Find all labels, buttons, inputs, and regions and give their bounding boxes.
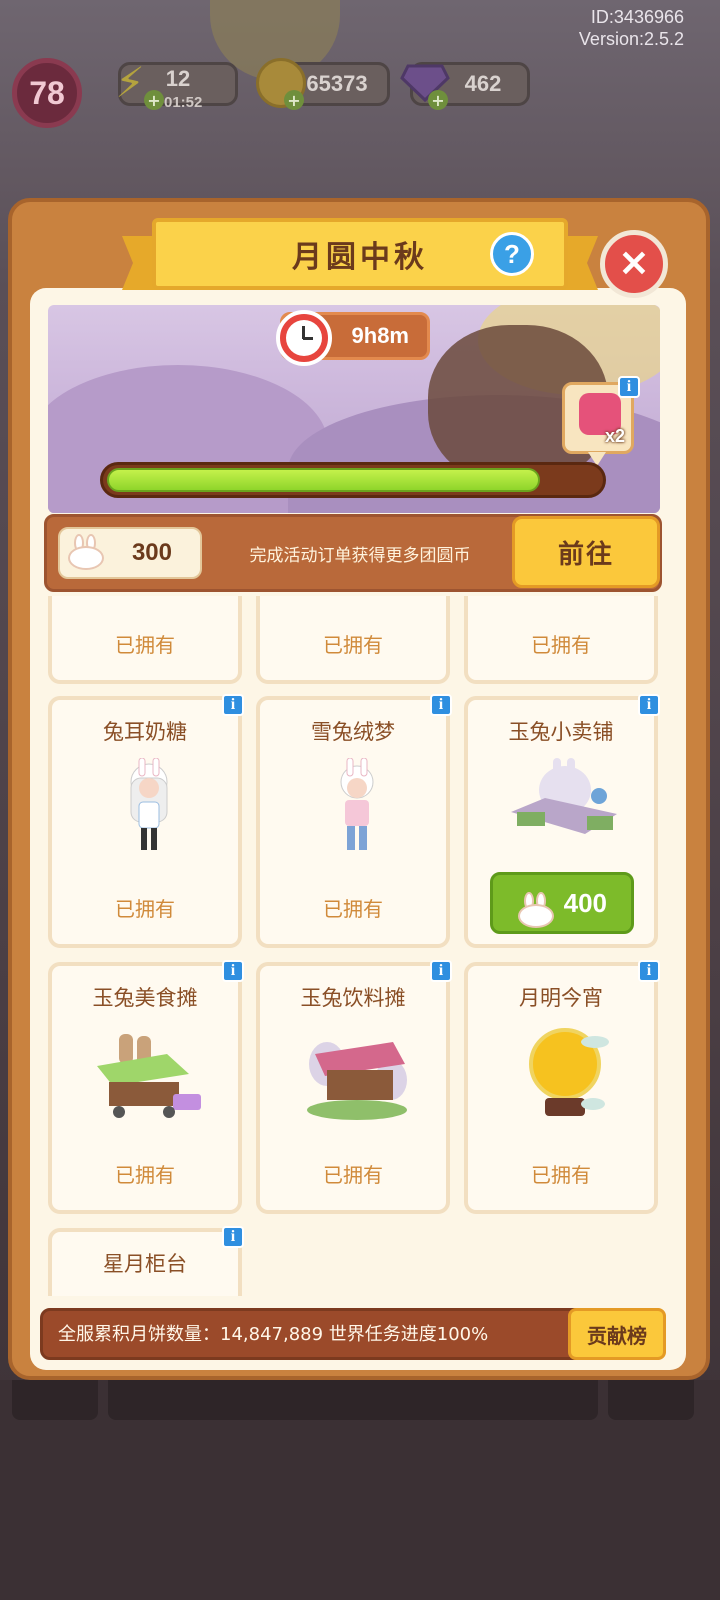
item-info-icon[interactable]: i (222, 694, 244, 716)
item-card[interactable]: 兔耳奶糖 已拥有 i (48, 694, 244, 948)
coins-value: 65373 (306, 71, 368, 96)
server-progress-text: 全服累积月饼数量：14,847,889 世界任务进度100% (58, 1324, 489, 1345)
event-currency-amount: 300 (131, 539, 172, 566)
event-timer-value: 9h8m (351, 323, 409, 348)
item-card[interactable]: 玉兔小卖铺 400 i (464, 694, 660, 948)
currency-hint: 完成活动订单获得更多团圆币 (249, 545, 471, 566)
item-card[interactable]: 已拥有 (48, 596, 242, 684)
background-ground-slab (12, 1380, 98, 1420)
go-button[interactable]: 前往 (512, 516, 660, 588)
item-status: 已拥有 (531, 1163, 591, 1187)
item-status: 已拥有 (323, 1163, 383, 1187)
leaderboard-button[interactable]: 贡献榜 (568, 1308, 666, 1360)
close-button[interactable]: ✕ (600, 230, 668, 298)
question-icon: ? (504, 238, 520, 269)
bunny-body (518, 904, 554, 928)
build-info: ID:3436966 Version:2.5.2 (579, 6, 684, 50)
item-price: 400 (563, 887, 607, 918)
bunny-body (68, 546, 104, 570)
item-info-icon[interactable]: i (638, 694, 660, 716)
item-status: 已拥有 (323, 633, 383, 657)
background-ground-slab (608, 1380, 694, 1420)
item-status: 已拥有 (531, 633, 591, 657)
item-info-icon[interactable]: i (638, 960, 660, 982)
outfit-girl-image (89, 757, 209, 862)
item-status: 已拥有 (115, 897, 175, 921)
item-card[interactable]: 已拥有 (256, 596, 450, 684)
item-info-icon[interactable]: i (430, 960, 452, 982)
item-card[interactable]: 玉兔饮料摊 已拥有 i (256, 960, 452, 1214)
add-coins-icon[interactable]: + (284, 90, 304, 110)
item-card[interactable]: 雪兔绒梦 已拥有 i (256, 694, 452, 948)
item-name: 月明今宵 (519, 986, 603, 1010)
item-name: 玉兔小卖铺 (508, 720, 614, 744)
item-card[interactable]: 玉兔美食摊 已拥有 i (48, 960, 244, 1214)
close-icon: ✕ (618, 243, 650, 284)
energy-timer: 01:52 (164, 94, 203, 111)
item-name: 星月柜台 (103, 1252, 187, 1276)
rabbit-shop-image (505, 750, 625, 854)
clock-face (286, 320, 322, 356)
item-status: 已拥有 (115, 1163, 175, 1187)
event-progress-fill (107, 468, 540, 492)
item-info-icon[interactable]: i (222, 1226, 244, 1248)
food-stall-image (89, 1024, 209, 1128)
item-name: 兔耳奶糖 (103, 720, 187, 744)
gems-value: 462 (464, 71, 502, 96)
item-info-icon[interactable]: i (222, 960, 244, 982)
help-button[interactable]: ? (490, 232, 534, 276)
energy-value: 12 (165, 66, 191, 91)
buy-button[interactable]: 400 (490, 872, 634, 934)
background-ground-slab (108, 1380, 598, 1420)
counter-image (89, 1290, 209, 1296)
item-card[interactable]: 月明今宵 已拥有 i (464, 960, 660, 1214)
drink-stall-image (297, 1024, 417, 1128)
item-info-icon[interactable]: i (430, 694, 452, 716)
moon-lamp-image (505, 1024, 625, 1128)
item-name: 雪兔绒梦 (311, 720, 395, 744)
bunny-coin-icon (64, 534, 108, 570)
item-status: 已拥有 (323, 897, 383, 921)
player-id: ID:3436966 (590, 7, 684, 27)
add-energy-icon[interactable]: + (144, 90, 164, 110)
level-badge[interactable]: 78 (12, 58, 82, 128)
outfit-boy-image (297, 757, 417, 862)
version-label: Version:2.5.2 (578, 29, 684, 49)
reward-info-icon[interactable]: i (618, 376, 640, 398)
item-card[interactable]: 已拥有 (464, 596, 658, 684)
item-status: 已拥有 (115, 633, 175, 657)
reward-count: x2 (604, 426, 625, 446)
item-card[interactable]: 星月柜台 i (48, 1226, 244, 1296)
clock-icon (276, 310, 332, 366)
event-progress-bar (100, 462, 606, 498)
add-gems-icon[interactable]: + (428, 90, 448, 110)
item-grid[interactable]: 已拥有 已拥有 已拥有 兔耳奶糖 已拥有 i 雪兔绒梦 已拥有 i 玉兔小卖铺 … (40, 596, 680, 1296)
item-name: 玉兔饮料摊 (300, 986, 406, 1010)
bunny-coin-icon (514, 892, 558, 928)
item-name: 玉兔美食摊 (92, 986, 198, 1010)
